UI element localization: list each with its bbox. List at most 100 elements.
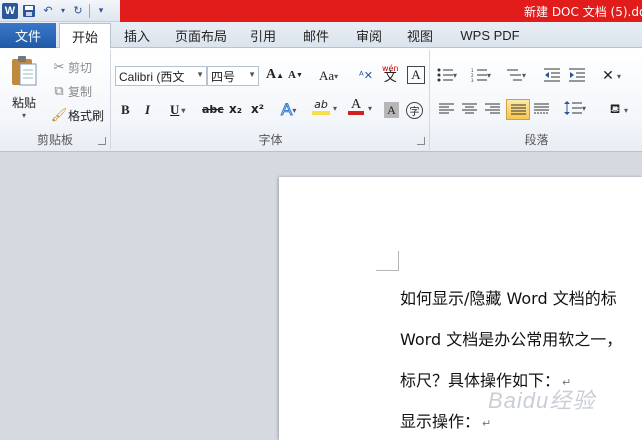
numbering-dropdown-icon[interactable]: ▾ [487, 71, 491, 80]
tab-references[interactable]: 引用 [240, 23, 286, 48]
enclose-characters-icon: 字 [409, 107, 420, 118]
cut-button[interactable]: ✂ 剪切 [50, 58, 92, 76]
customize-qat-icon[interactable]: ▾ [93, 3, 109, 19]
font-color-dropdown-icon[interactable]: ▾ [368, 104, 372, 113]
phonetic-guide-icon: 文 [383, 70, 397, 85]
strikethrough-button[interactable]: abc [202, 103, 224, 116]
align-center-button[interactable] [462, 103, 477, 115]
highlight-dropdown-icon[interactable]: ▾ [333, 104, 337, 113]
scissors-icon: ✂ [53, 59, 65, 75]
align-right-icon [485, 103, 500, 114]
text-effects-dropdown-icon[interactable]: ▾ [292, 106, 296, 115]
phonetic-guide-button[interactable]: wén 文 [382, 64, 399, 85]
multilevel-list-button[interactable]: ▾ [506, 68, 526, 82]
subscript-button[interactable]: x₂ [229, 102, 242, 116]
italic-icon: I [145, 102, 151, 117]
ribbon-tab-row: 文件 开始 插入 页面布局 引用 邮件 审阅 视图 WPS PDF [0, 22, 642, 48]
watermark-text: Baidu经验 [488, 388, 596, 413]
grow-font-button[interactable]: A ▲ [266, 67, 284, 83]
underline-dropdown-icon[interactable]: ▾ [181, 106, 185, 115]
multilevel-list-dropdown-icon[interactable]: ▾ [522, 71, 526, 80]
bold-icon: B [121, 102, 130, 117]
decrease-indent-button[interactable] [544, 68, 560, 82]
tab-home[interactable]: 开始 [59, 23, 111, 48]
shrink-font-button[interactable]: A ▼ [288, 69, 303, 81]
shrink-font-icon: A [288, 69, 296, 81]
font-family-combo[interactable]: Calibri (西文 ▼ [115, 66, 207, 86]
bullets-dropdown-icon[interactable]: ▾ [453, 71, 457, 80]
quick-access-toolbar: W ↶ ▾ ↻ ▾ [0, 0, 120, 22]
strikethrough-icon: abc [202, 103, 224, 116]
copy-button[interactable]: ⧉ 复制 [50, 82, 92, 100]
grow-arrow-icon: ▲ [276, 70, 285, 80]
word-app-icon[interactable]: W [2, 2, 18, 19]
numbering-button[interactable]: 123 ▾ [471, 68, 491, 82]
line-spacing-dropdown-icon[interactable]: ▾ [582, 104, 586, 113]
shrink-arrow-icon: ▼ [295, 71, 303, 79]
clear-formatting-button[interactable]: ᴬ✕ [357, 66, 375, 84]
character-border-button[interactable]: A [407, 66, 425, 84]
bullets-button[interactable]: ▾ [437, 68, 457, 82]
justify-icon [510, 104, 526, 114]
increase-indent-button[interactable] [569, 68, 585, 82]
superscript-button[interactable]: x² [251, 102, 264, 116]
character-shading-button[interactable]: A [384, 102, 399, 118]
align-right-button[interactable] [485, 103, 500, 115]
justify-button[interactable] [506, 99, 530, 120]
font-color-button[interactable]: A [348, 98, 364, 115]
highlight-button[interactable]: ab [312, 99, 330, 115]
font-size-value: 四号 [211, 69, 236, 84]
line-spacing-button[interactable]: ▾ [564, 101, 586, 115]
change-case-icon: Aa [319, 68, 335, 83]
chinese-layout-button[interactable]: ✕ ▾ [599, 67, 621, 85]
shading-button[interactable]: ⛾ ▾ [606, 101, 628, 119]
paragraph-group: ▾ 123 ▾ ▾ ✕ ▾ ▾ ⛾ ▾ 段落 [431, 50, 642, 150]
paste-dropdown-icon[interactable]: ▾ [22, 111, 26, 120]
tab-wps-pdf[interactable]: WPS PDF [452, 23, 528, 48]
title-bar: W ↶ ▾ ↻ ▾ 新建 DOC 文档 (5).doc [0, 0, 642, 22]
save-icon[interactable] [21, 3, 37, 19]
underline-icon: U [170, 102, 180, 117]
tab-insert[interactable]: 插入 [114, 23, 160, 48]
bold-button[interactable]: B [121, 102, 130, 118]
tab-review[interactable]: 审阅 [346, 23, 392, 48]
undo-dropdown-icon[interactable]: ▾ [59, 3, 67, 19]
text-effects-icon: A [280, 100, 293, 120]
character-shading-icon: A [387, 102, 396, 117]
distributed-button[interactable] [534, 103, 549, 115]
page-corner-mark-horizontal [376, 270, 399, 271]
redo-icon[interactable]: ↻ [70, 3, 86, 19]
tab-view[interactable]: 视图 [397, 23, 443, 48]
window-title: 新建 DOC 文档 (5).doc [524, 5, 642, 19]
font-dialog-launcher-icon[interactable] [417, 137, 425, 145]
text-effects-button[interactable]: A ▾ [280, 100, 296, 120]
change-case-button[interactable]: Aa ▾ [319, 68, 338, 84]
paste-button[interactable]: 粘贴 ▾ [6, 54, 42, 124]
document-line-4: 显示操作： ↵ [400, 408, 491, 432]
document-line-1: 如何显示/隐藏 Word 文档的标 [400, 285, 617, 309]
document-line-2: Word 文档是办公常用软之一， [400, 326, 622, 350]
underline-button[interactable]: U ▾ [170, 102, 185, 118]
format-painter-button[interactable]: 🖌 格式刷 [50, 106, 104, 124]
undo-icon[interactable]: ↶ [40, 3, 56, 19]
font-family-dropdown-icon[interactable]: ▼ [196, 70, 204, 79]
document-line-1-text: 如何显示/隐藏 Word 文档的标 [400, 289, 617, 308]
decrease-indent-icon [544, 68, 560, 82]
change-case-dropdown-icon[interactable]: ▾ [334, 72, 338, 81]
clipboard-dialog-launcher-icon[interactable] [98, 137, 106, 145]
align-left-button[interactable] [439, 103, 454, 115]
tab-mailings[interactable]: 邮件 [293, 23, 339, 48]
paste-label: 粘贴 [11, 96, 36, 110]
character-border-icon: A [411, 67, 421, 82]
chinese-layout-dropdown-icon[interactable]: ▾ [617, 72, 621, 81]
shading-dropdown-icon[interactable]: ▾ [624, 106, 628, 115]
paragraph-mark-icon: ↵ [482, 417, 492, 430]
tab-file[interactable]: 文件 [0, 23, 56, 48]
document-line-2-text: Word 文档是办公常用软之一， [400, 330, 623, 349]
copy-label: 复制 [68, 84, 93, 99]
italic-button[interactable]: I [145, 102, 150, 118]
enclose-characters-button[interactable]: 字 [406, 102, 423, 119]
tab-page-layout[interactable]: 页面布局 [168, 23, 234, 48]
font-size-dropdown-icon[interactable]: ▼ [248, 70, 256, 79]
font-size-combo[interactable]: 四号 ▼ [207, 66, 259, 86]
